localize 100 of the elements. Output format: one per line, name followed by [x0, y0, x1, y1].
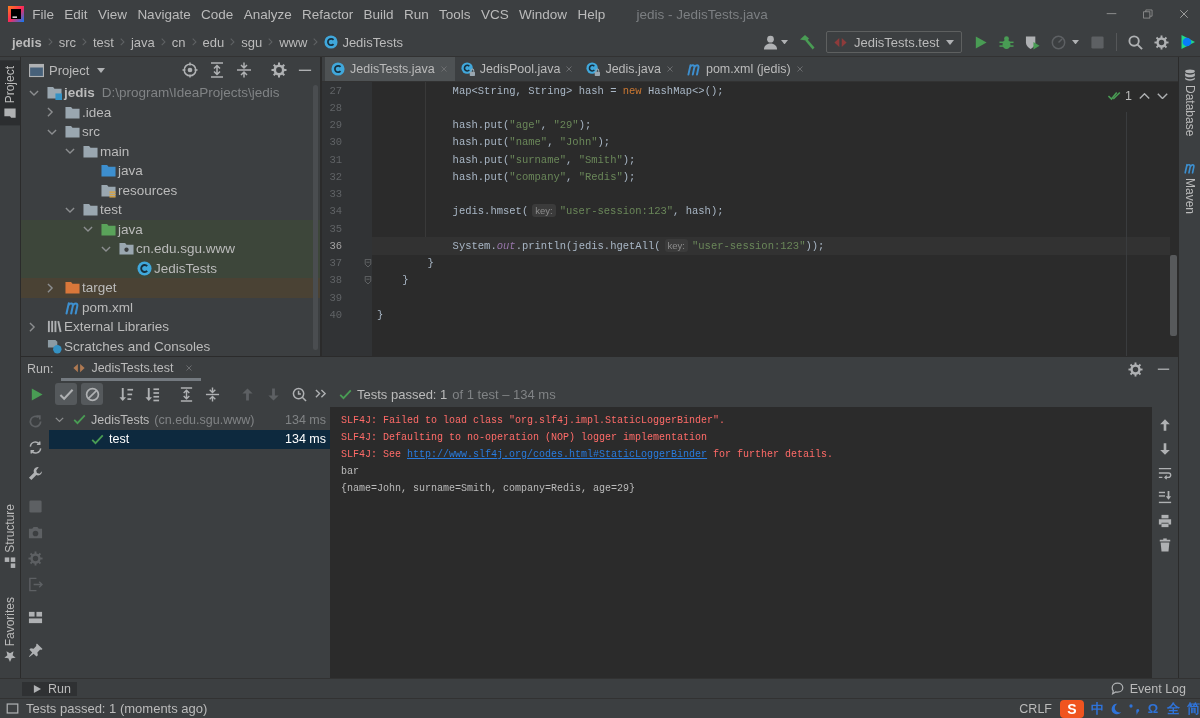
run-configuration-dropdown[interactable]: JedisTests.test	[826, 31, 962, 53]
hammer-icon[interactable]	[799, 34, 815, 50]
menu-item[interactable]: Help	[572, 6, 611, 22]
chevron-up-icon[interactable]	[1139, 92, 1150, 100]
test-tree-row[interactable]: JedisTests (cn.edu.sgu.www) 134 ms	[49, 410, 330, 430]
settings-icon[interactable]	[1154, 34, 1169, 50]
pin-icon[interactable]	[27, 643, 43, 658]
editor-tab[interactable]: Jedis.java	[580, 57, 681, 81]
tree-item-label[interactable]: resources	[118, 182, 178, 198]
refresh-icon[interactable]	[27, 440, 43, 455]
line-separator-indicator[interactable]: CRLF	[1019, 701, 1052, 716]
menu-item[interactable]: VCS	[475, 6, 514, 22]
breadcrumb[interactable]: cn	[171, 34, 186, 50]
user-icon[interactable]	[763, 34, 778, 50]
wrench-icon[interactable]	[27, 466, 43, 481]
tree-item-label[interactable]: JedisTests	[154, 260, 218, 276]
arrow-down-icon[interactable]	[1158, 442, 1172, 456]
run-tab[interactable]: JedisTests.test	[61, 357, 202, 381]
bug-icon[interactable]	[999, 34, 1014, 50]
breadcrumb[interactable]: edu	[202, 34, 225, 50]
tool-window-tab[interactable]: Project	[0, 60, 20, 126]
scrollbar-thumb[interactable]	[313, 85, 318, 350]
chevron-down-icon[interactable]	[1157, 92, 1168, 100]
trash-icon[interactable]	[1158, 538, 1172, 552]
tree-item-label[interactable]: main	[100, 143, 130, 159]
chevron-down-icon[interactable]	[65, 206, 75, 213]
soft-wrap-icon[interactable]	[1158, 466, 1172, 480]
tree-item-label[interactable]: target	[82, 280, 117, 296]
chevron-down-icon[interactable]	[55, 416, 64, 423]
restore-icon[interactable]	[1143, 9, 1153, 19]
chevron-down-icon[interactable]	[65, 148, 75, 155]
tree-item-label[interactable]: java	[118, 221, 143, 237]
minimize-icon[interactable]	[1106, 13, 1117, 15]
breadcrumb[interactable]: jedis	[12, 34, 42, 50]
printer-icon[interactable]	[1158, 514, 1172, 528]
close-icon[interactable]	[795, 65, 804, 73]
breadcrumb[interactable]: test	[92, 34, 114, 50]
editor-tab[interactable]: JedisTests.java	[325, 57, 455, 81]
close-icon[interactable]	[565, 65, 574, 73]
crosshair-icon[interactable]	[182, 62, 198, 78]
tool-window-tab[interactable]: Favorites	[0, 590, 20, 668]
expand-all-icon[interactable]	[209, 62, 225, 78]
test-tree-row[interactable]: test 134 ms	[49, 429, 330, 449]
menu-item[interactable]: Edit	[59, 6, 93, 22]
arrow-up-icon[interactable]	[1158, 418, 1172, 432]
moon-icon[interactable]	[1110, 702, 1122, 715]
editor-tab[interactable]: pom.xml (jedis)	[680, 57, 811, 81]
tool-window-tab[interactable]: Database	[1179, 63, 1200, 143]
settings-icon[interactable]	[271, 62, 287, 78]
chevron-right-icon[interactable]	[47, 107, 54, 118]
chevron-down-icon[interactable]	[101, 245, 111, 252]
chevron-down-icon[interactable]	[29, 89, 39, 96]
console-link[interactable]: http://www.slf4j.org/codes.html#StaticLoggerBinder	[407, 449, 708, 460]
tool-window-tab[interactable]: Maven	[1179, 156, 1200, 221]
toolbar-button[interactable]	[81, 383, 103, 405]
menu-item[interactable]: Refactor	[296, 6, 359, 22]
tree-item-label[interactable]: Scratches and Consoles	[64, 338, 211, 354]
collapse-all-icon[interactable]	[236, 62, 252, 78]
toolbar-button[interactable]	[55, 383, 77, 405]
scroll-to-end-icon[interactable]	[1158, 490, 1172, 504]
menu-item[interactable]: Window	[513, 6, 573, 22]
logo-icon[interactable]	[1180, 34, 1196, 50]
layout-icon[interactable]	[27, 610, 43, 625]
menu-item[interactable]: Navigate	[132, 6, 196, 22]
breadcrumb[interactable]: src	[58, 34, 76, 50]
tree-item-label[interactable]: jedis	[64, 85, 95, 101]
tree-item-label[interactable]: External Libraries	[64, 319, 170, 335]
close-icon[interactable]	[665, 65, 674, 73]
search-icon[interactable]	[1128, 34, 1143, 50]
tree-item-label[interactable]: pom.xml	[82, 299, 133, 315]
minimize-icon[interactable]	[1157, 367, 1170, 371]
shield-play-icon[interactable]	[1025, 34, 1040, 50]
breadcrumb[interactable]: JedisTests	[324, 34, 404, 50]
ime-logo[interactable]: S	[1060, 699, 1084, 718]
punctuation-icon[interactable]	[1128, 702, 1140, 715]
tree-item-label[interactable]: java	[118, 163, 143, 179]
minimize-icon[interactable]	[298, 68, 312, 72]
fold-marker-icon[interactable]	[364, 258, 372, 268]
tree-item-label[interactable]: src	[82, 124, 100, 140]
square-icon[interactable]	[6, 702, 19, 715]
fold-marker-icon[interactable]	[364, 275, 372, 285]
close-icon[interactable]	[1179, 9, 1189, 19]
run-icon[interactable]	[973, 34, 988, 50]
breadcrumb[interactable]: www	[279, 34, 308, 50]
chevron-down-icon[interactable]	[83, 226, 93, 233]
project-view-dropdown[interactable]: Project	[29, 62, 106, 78]
tool-window-button[interactable]: Event Log	[1100, 681, 1192, 696]
chevron-right-icon[interactable]	[47, 282, 54, 293]
close-icon[interactable]	[185, 363, 194, 372]
menu-item[interactable]: File	[27, 6, 60, 22]
tree-item-label[interactable]: test	[100, 202, 122, 218]
tool-window-tab[interactable]: Structure	[0, 497, 20, 575]
chevron-right-icon[interactable]	[29, 321, 36, 332]
breadcrumb[interactable]: java	[130, 34, 155, 50]
menu-item[interactable]: View	[92, 6, 133, 22]
menu-item[interactable]: Code	[195, 6, 239, 22]
editor-tab[interactable]: JedisPool.java	[454, 57, 581, 81]
settings-icon[interactable]	[1128, 361, 1143, 377]
chevron-down-icon[interactable]	[47, 128, 57, 135]
tree-item-label[interactable]: .idea	[82, 104, 112, 120]
